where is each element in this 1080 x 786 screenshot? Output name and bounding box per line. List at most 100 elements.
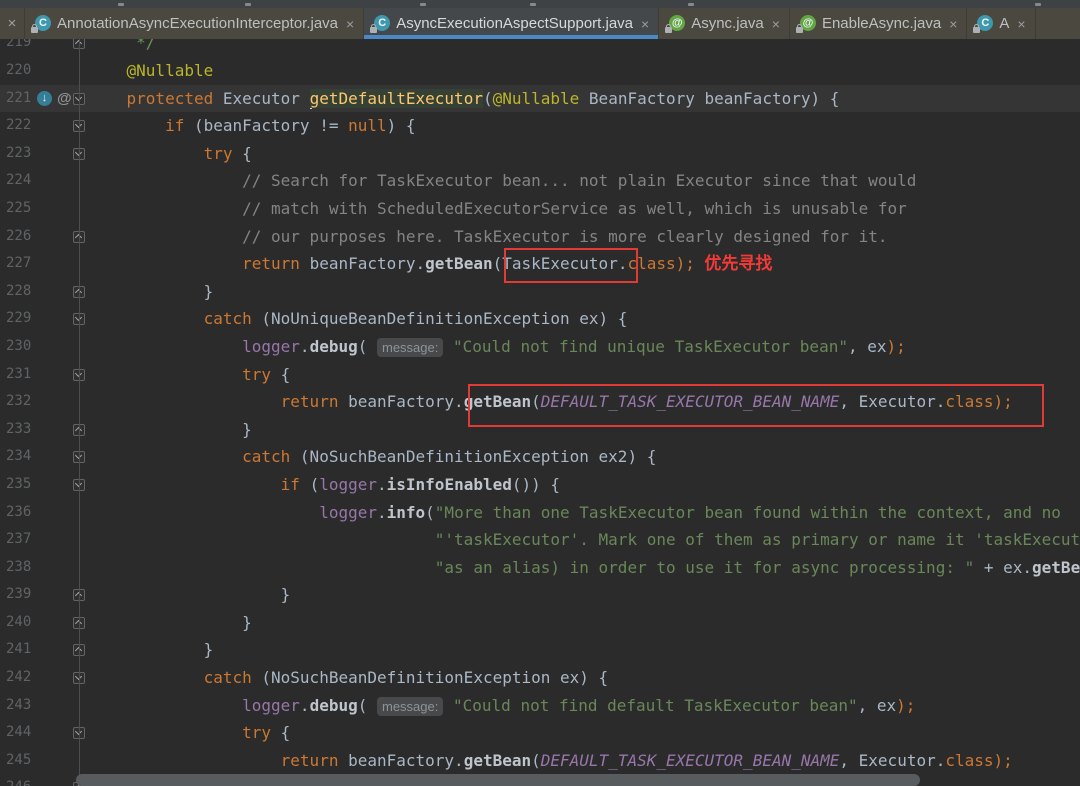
tab-label: AnnotationAsyncExecutionInterceptor.java bbox=[57, 15, 338, 32]
code-text: try { bbox=[88, 140, 252, 168]
annotation-box-getbean-default bbox=[468, 384, 1044, 427]
tab-enableasync-java[interactable]: @EnableAsync.java× bbox=[790, 8, 967, 39]
param-name-hint: message: bbox=[377, 338, 443, 357]
line-number: 236 bbox=[6, 499, 31, 527]
code-line[interactable]: 243 logger.debug( message: "Could not fi… bbox=[0, 692, 1080, 720]
tab-label: A bbox=[999, 15, 1009, 32]
tab-asyncexecutionaspectsupport-java[interactable]: CAsyncExecutionAspectSupport.java× bbox=[364, 8, 659, 39]
param-name-hint: message: bbox=[377, 697, 443, 716]
code-line[interactable]: 244 try { bbox=[0, 719, 1080, 747]
line-number: 241 bbox=[6, 636, 31, 664]
code-text: // Search for TaskExecutor bean... not p… bbox=[88, 167, 916, 195]
gutter-cell: 229 bbox=[0, 305, 88, 333]
code-text: return beanFactory.getBean(TaskExecutor.… bbox=[88, 250, 772, 278]
tab-label: Async.java bbox=[691, 15, 764, 32]
tab-close-icon[interactable]: × bbox=[0, 8, 25, 39]
ide-window: ×CAnnotationAsyncExecutionInterceptor.ja… bbox=[0, 0, 1080, 786]
line-number: 245 bbox=[6, 747, 31, 775]
code-line[interactable]: 220 @Nullable bbox=[0, 57, 1080, 85]
code-line[interactable]: 240 } bbox=[0, 609, 1080, 637]
code-text: if (logger.isInfoEnabled()) { bbox=[88, 471, 560, 499]
overridden-method-icon[interactable]: ↓ bbox=[37, 91, 52, 106]
gutter-cell: 228 bbox=[0, 278, 88, 306]
code-text: "as an alias) in order to use it for asy… bbox=[88, 554, 1080, 582]
line-number: 219 bbox=[6, 39, 31, 57]
line-number: 226 bbox=[6, 223, 31, 251]
gutter-fold-guide bbox=[79, 39, 80, 786]
line-number: 237 bbox=[6, 526, 31, 554]
code-text: } bbox=[88, 636, 213, 664]
line-number: 224 bbox=[6, 167, 31, 195]
line-number: 242 bbox=[6, 664, 31, 692]
gutter-cell: 234 bbox=[0, 443, 88, 471]
line-number: 223 bbox=[6, 140, 31, 168]
gutter-cell: 221↓@ bbox=[0, 85, 88, 113]
code-line[interactable]: 222 if (beanFactory != null) { bbox=[0, 112, 1080, 140]
tab-close-icon[interactable]: × bbox=[346, 16, 354, 32]
code-line[interactable]: 223 try { bbox=[0, 140, 1080, 168]
code-line[interactable]: 230 logger.debug( message: "Could not fi… bbox=[0, 333, 1080, 361]
line-number: 220 bbox=[6, 57, 31, 85]
gutter-cell: 220 bbox=[0, 57, 88, 85]
tab-label: EnableAsync.java bbox=[822, 15, 941, 32]
code-text: logger.debug( message: "Could not find u… bbox=[88, 333, 906, 361]
code-text: } bbox=[88, 278, 213, 306]
toolbar-tick bbox=[530, 3, 536, 6]
code-line[interactable]: 219 */ bbox=[0, 39, 1080, 57]
tab-close-icon[interactable]: × bbox=[772, 16, 780, 32]
line-number: 229 bbox=[6, 305, 31, 333]
annotation-gutter-icon[interactable]: @ bbox=[57, 88, 72, 109]
code-line[interactable]: 234 catch (NoSuchBeanDefinitionException… bbox=[0, 443, 1080, 471]
code-line[interactable]: 242 catch (NoSuchBeanDefinitionException… bbox=[0, 664, 1080, 692]
tab-close-icon[interactable]: × bbox=[949, 16, 957, 32]
gutter-cell: 225 bbox=[0, 195, 88, 223]
class-icon: C bbox=[976, 15, 993, 32]
gutter-cell: 245 bbox=[0, 747, 88, 775]
tab-close-icon[interactable]: × bbox=[641, 16, 649, 32]
gutter-cell: 241 bbox=[0, 636, 88, 664]
code-line[interactable]: 235 if (logger.isInfoEnabled()) { bbox=[0, 471, 1080, 499]
code-line[interactable]: 226 // our purposes here. TaskExecutor i… bbox=[0, 223, 1080, 251]
line-number: 234 bbox=[6, 443, 31, 471]
code-text: "'taskExecutor'. Mark one of them as pri… bbox=[88, 526, 1080, 554]
line-number: 222 bbox=[6, 112, 31, 140]
line-number: 233 bbox=[6, 416, 31, 444]
gutter-cell: 244 bbox=[0, 719, 88, 747]
line-number: 235 bbox=[6, 471, 31, 499]
gutter-cell: 236 bbox=[0, 499, 88, 527]
code-text: logger.debug( message: "Could not find d… bbox=[88, 692, 915, 720]
annotation-icon: @ bbox=[668, 15, 685, 32]
tab-a[interactable]: CA × bbox=[967, 8, 1035, 39]
line-number: 244 bbox=[6, 719, 31, 747]
toolbar-tick bbox=[245, 3, 251, 6]
tab-async-java[interactable]: @ Async.java × bbox=[659, 8, 790, 39]
gutter-cell: 233 bbox=[0, 416, 88, 444]
code-text: // match with ScheduledExecutorService a… bbox=[88, 195, 907, 223]
code-line[interactable]: 239 } bbox=[0, 581, 1080, 609]
gutter-cell: 230 bbox=[0, 333, 88, 361]
horizontal-scrollbar-thumb[interactable] bbox=[76, 774, 920, 786]
gutter-cell: 219 bbox=[0, 39, 88, 57]
gutter-cell: 238 bbox=[0, 554, 88, 582]
code-line[interactable]: 241 } bbox=[0, 636, 1080, 664]
code-line[interactable]: 237 "'taskExecutor'. Mark one of them as… bbox=[0, 526, 1080, 554]
code-line[interactable]: 238 "as an alias) in order to use it for… bbox=[0, 554, 1080, 582]
code-text: } bbox=[88, 416, 252, 444]
line-number: 227 bbox=[6, 250, 31, 278]
gutter-cell: 222 bbox=[0, 112, 88, 140]
code-text: try { bbox=[88, 719, 290, 747]
code-line[interactable]: 245 return beanFactory.getBean(DEFAULT_T… bbox=[0, 747, 1080, 775]
annotation-note: 优先寻找 bbox=[695, 254, 772, 273]
annotation-box-taskexecutor bbox=[504, 248, 638, 283]
line-number: 230 bbox=[6, 333, 31, 361]
code-line[interactable]: 229 catch (NoUniqueBeanDefinitionExcepti… bbox=[0, 305, 1080, 333]
code-text: */ bbox=[88, 39, 155, 57]
code-line[interactable]: 225 // match with ScheduledExecutorServi… bbox=[0, 195, 1080, 223]
gutter-cell: 223 bbox=[0, 140, 88, 168]
code-line[interactable]: 224 // Search for TaskExecutor bean... n… bbox=[0, 167, 1080, 195]
code-line[interactable]: 236 logger.info("More than one TaskExecu… bbox=[0, 499, 1080, 527]
code-line[interactable]: 221↓@ protected Executor getDefaultExecu… bbox=[0, 85, 1080, 113]
code-text: catch (NoSuchBeanDefinitionException ex)… bbox=[88, 664, 608, 692]
tab-annotationasyncexecutioninterceptor-java[interactable]: CAnnotationAsyncExecutionInterceptor.jav… bbox=[25, 8, 364, 39]
tab-close-icon[interactable]: × bbox=[1017, 16, 1025, 32]
